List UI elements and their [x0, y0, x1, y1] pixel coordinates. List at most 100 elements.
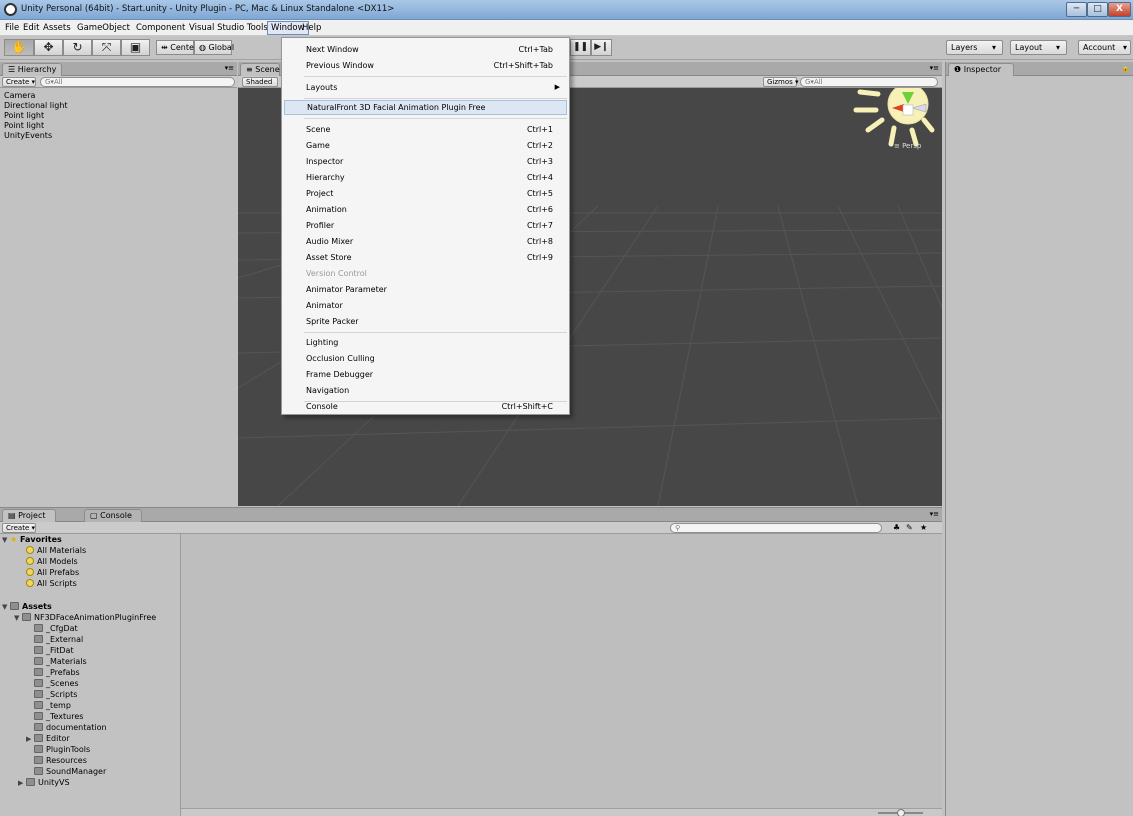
favorite-star-icon[interactable]: ★ [920, 523, 927, 532]
pause-button[interactable]: ❚❚ [570, 39, 591, 56]
menu-item-hierarchy[interactable]: Hierarchy Ctrl+4 [284, 170, 567, 185]
persp-label[interactable]: ≡ Persp [894, 142, 921, 150]
tree-folder[interactable]: _Prefabs [34, 668, 80, 678]
menu-component[interactable]: Component [133, 21, 188, 35]
tree-item[interactable]: All Materials [26, 546, 86, 556]
tree-favorites[interactable]: ▼ ★ Favorites [2, 535, 62, 545]
menu-help[interactable]: Help [299, 21, 324, 35]
panel-menu-icon[interactable]: ▾≡ [930, 510, 939, 518]
menu-item-asset-store[interactable]: Asset Store Ctrl+9 [284, 250, 567, 265]
tree-item[interactable]: All Models [26, 557, 78, 567]
tab-scene[interactable]: ≡ Scene [240, 63, 280, 76]
menu-item-navigation[interactable]: Navigation [284, 383, 567, 398]
menu-item-lighting[interactable]: Lighting [284, 335, 567, 350]
space-toggle[interactable]: ◍ Global [194, 40, 234, 55]
tree-folder-plugin[interactable]: ▼ NF3DFaceAnimationPluginFree [14, 613, 156, 623]
scene-search-input[interactable]: G▾All [800, 77, 938, 87]
tree-folder[interactable]: _Scripts [34, 690, 77, 700]
menu-item-scene[interactable]: Scene Ctrl+1 [284, 122, 567, 137]
menu-item-occlusion-culling[interactable]: Occlusion Culling [284, 351, 567, 366]
menu-item-project[interactable]: Project Ctrl+5 [284, 186, 567, 201]
rotate-tool-button[interactable]: ↻ [63, 39, 92, 56]
folder-icon [34, 690, 43, 698]
tab-hierarchy[interactable]: ☰ Hierarchy [2, 63, 62, 76]
menu-item-naturalfront-plugin[interactable]: NaturalFront 3D Facial Animation Plugin … [284, 100, 567, 115]
menu-assets[interactable]: Assets [40, 21, 74, 35]
menu-item-profiler[interactable]: Profiler Ctrl+7 [284, 218, 567, 233]
tree-folder[interactable]: PluginTools [34, 745, 90, 755]
folder-icon [34, 767, 43, 775]
menu-item-previous-window[interactable]: Previous Window Ctrl+Shift+Tab [284, 58, 567, 73]
menu-item-layouts[interactable]: Layouts ▶ [284, 80, 567, 95]
gizmos-dropdown[interactable]: Gizmos ▾ [763, 77, 799, 87]
tree-item[interactable]: All Prefabs [26, 568, 79, 578]
minimize-button[interactable]: ─ [1066, 2, 1087, 17]
project-search-input[interactable]: ⚲ [670, 523, 882, 533]
tree-folder[interactable]: Resources [34, 756, 87, 766]
menu-item-animator[interactable]: Animator [284, 298, 567, 313]
orientation-gizmo[interactable]: ≡ Persp [846, 88, 936, 162]
rect-tool-button[interactable]: ▣ [121, 39, 150, 56]
move-tool-button[interactable]: ✥ [34, 39, 63, 56]
layout-dropdown[interactable]: Layout ▾ [1010, 40, 1067, 55]
menu-item-console[interactable]: Console Ctrl+Shift+C [284, 399, 567, 414]
filter-label-icon[interactable]: ✎ [906, 523, 913, 532]
tab-project[interactable]: ▤ Project [2, 509, 56, 522]
menu-gameobject[interactable]: GameObject [74, 21, 133, 35]
tree-item[interactable]: All Scripts [26, 579, 77, 589]
menu-item-animator-parameter[interactable]: Animator Parameter [284, 282, 567, 297]
chevron-right-icon: ▶ [554, 83, 560, 91]
layers-dropdown[interactable]: Layers ▾ [946, 40, 1003, 55]
project-content-area[interactable] [180, 534, 942, 816]
close-button[interactable]: X [1108, 2, 1131, 17]
menu-visual-studio-tools[interactable]: Visual Studio Tools [186, 21, 271, 35]
tree-assets[interactable]: ▼ Assets [2, 602, 52, 612]
pivot-toggle[interactable]: ⇹ Center [156, 40, 197, 55]
step-button[interactable]: ▶❙ [591, 39, 612, 56]
tree-folder[interactable]: _Scenes [34, 679, 79, 689]
tree-folder[interactable]: _FitDat [34, 646, 74, 656]
menu-item-animation[interactable]: Animation Ctrl+6 [284, 202, 567, 217]
list-item[interactable]: Camera [4, 91, 68, 101]
tab-inspector[interactable]: ❶ Inspector [948, 63, 1014, 76]
tree-folder[interactable]: SoundManager [34, 767, 106, 777]
menu-item-audio-mixer[interactable]: Audio Mixer Ctrl+8 [284, 234, 567, 249]
menu-item-inspector[interactable]: Inspector Ctrl+3 [284, 154, 567, 169]
list-item[interactable]: Point light [4, 111, 68, 121]
shading-mode-dropdown[interactable]: Shaded [242, 77, 278, 87]
folder-icon [34, 734, 43, 742]
tree-folder[interactable]: _Textures [34, 712, 83, 722]
menu-item-game[interactable]: Game Ctrl+2 [284, 138, 567, 153]
folder-icon [26, 778, 35, 786]
list-item[interactable]: UnityEvents [4, 131, 68, 141]
list-item[interactable]: Directional light [4, 101, 68, 111]
menu-item-frame-debugger[interactable]: Frame Debugger [284, 367, 567, 382]
panel-menu-icon[interactable]: ▾≡ [225, 64, 234, 72]
list-item[interactable]: Point light [4, 121, 68, 131]
tree-folder[interactable]: documentation [34, 723, 107, 733]
hierarchy-search-input[interactable]: G▾All [40, 77, 235, 87]
tree-folder[interactable]: _temp [34, 701, 71, 711]
filter-type-icon[interactable]: ♣ [893, 523, 900, 532]
project-panel: ▤ Project ▢ Console ▾≡ Create ▾ ⚲ ♣ ✎ ★ … [0, 507, 942, 816]
folder-icon [10, 602, 19, 610]
tree-folder[interactable]: _External [34, 635, 83, 645]
maximize-button[interactable]: □ [1087, 2, 1108, 17]
panel-menu-icon[interactable]: ▾≡ [930, 64, 939, 72]
tree-folder-unityvs[interactable]: ▶ UnityVS [18, 778, 70, 788]
tree-folder[interactable]: _CfgDat [34, 624, 78, 634]
menu-item-next-window[interactable]: Next Window Ctrl+Tab [284, 42, 567, 57]
create-dropdown[interactable]: Create ▾ [2, 523, 36, 533]
menu-item-sprite-packer[interactable]: Sprite Packer [284, 314, 567, 329]
account-dropdown[interactable]: Account ▾ [1078, 40, 1131, 55]
create-dropdown[interactable]: Create ▾ [2, 77, 36, 87]
tab-console[interactable]: ▢ Console [84, 509, 142, 522]
tree-folder[interactable]: ▶ Editor [26, 734, 70, 744]
scale-tool-button[interactable]: ⤧ [92, 39, 121, 56]
chevron-right-icon: ▶ [18, 779, 24, 787]
hand-tool-button[interactable]: ✋ [4, 39, 34, 56]
zoom-slider-thumb[interactable] [897, 809, 905, 816]
search-icon [26, 568, 34, 576]
lock-icon[interactable]: 🔒 [1121, 64, 1130, 72]
tree-folder[interactable]: _Materials [34, 657, 87, 667]
